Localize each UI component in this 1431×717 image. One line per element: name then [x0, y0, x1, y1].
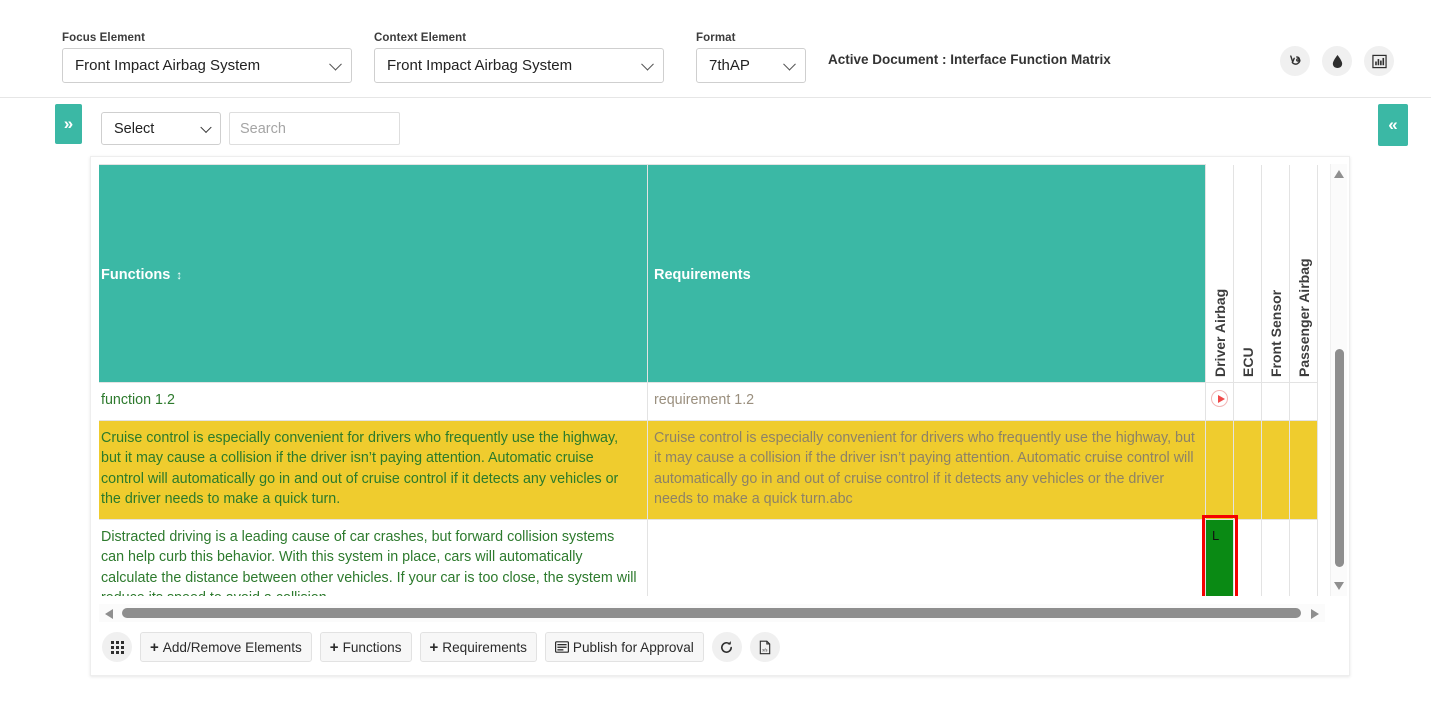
matrix-header-row: Functions ↕ Requirements Driver Airbag EC… [99, 164, 1318, 383]
cell-driver-airbag-selected[interactable]: L [1201, 515, 1238, 596]
add-requirements-button[interactable]: + Requirements [419, 632, 537, 662]
format-value: 7thAP [709, 57, 750, 74]
cell-driver-airbag[interactable] [1205, 419, 1234, 520]
cell-front-sensor[interactable] [1261, 518, 1290, 596]
horizontal-scrollbar-thumb[interactable] [122, 608, 1301, 618]
focus-element-value: Front Impact Airbag System [75, 57, 261, 74]
table-row[interactable]: function 1.2 requirement 1.2 [99, 382, 1318, 421]
publish-icon [554, 641, 569, 653]
search-input[interactable] [229, 112, 400, 145]
matrix-grid-wrapper: Functions ↕ Requirements Driver Airbag EC… [99, 164, 1327, 614]
grid-icon [110, 640, 124, 654]
scroll-down-arrow-icon[interactable] [1334, 582, 1344, 590]
column-header-ecu[interactable]: ECU [1233, 164, 1262, 383]
cell-ecu[interactable] [1233, 382, 1262, 421]
scroll-up-arrow-icon[interactable] [1334, 170, 1344, 178]
plus-icon: + [150, 638, 159, 656]
cell-front-sensor[interactable] [1261, 419, 1290, 520]
cell-passenger-airbag[interactable] [1289, 419, 1318, 520]
svg-text:x/s: x/s [762, 647, 767, 652]
refresh-button[interactable] [711, 632, 742, 662]
add-remove-elements-button[interactable]: + Add/Remove Elements [140, 632, 312, 662]
focus-element-field: Focus Element Front Impact Airbag System [62, 32, 352, 83]
column-header-ecu-label: ECU [1239, 346, 1256, 377]
scroll-left-arrow-icon[interactable] [105, 609, 113, 619]
cell-front-sensor[interactable] [1261, 382, 1290, 421]
top-filter-bar: Focus Element Front Impact Airbag System… [0, 0, 1431, 98]
table-row[interactable]: Cruise control is especially convenient … [99, 419, 1318, 520]
context-element-select[interactable]: Front Impact Airbag System [374, 48, 664, 83]
matrix-grid-viewport[interactable]: Functions ↕ Requirements Driver Airbag EC… [99, 164, 1327, 596]
cell-ecu[interactable] [1233, 419, 1262, 520]
column-header-front-sensor-label: Front Sensor [1267, 289, 1284, 377]
vine-icon [1289, 54, 1300, 65]
publish-for-approval-button[interactable]: Publish for Approval [544, 632, 704, 662]
plus-icon: + [429, 638, 439, 656]
context-element-field: Context Element Front Impact Airbag Syst… [374, 32, 664, 83]
water-drop-icon-button[interactable] [1322, 46, 1352, 76]
format-select[interactable]: 7thAP [696, 48, 806, 83]
publish-for-approval-label: Publish for Approval [572, 639, 694, 655]
column-header-driver-airbag[interactable]: Driver Airbag [1205, 164, 1234, 383]
sort-icon[interactable]: ↕ [176, 268, 182, 282]
vertical-scrollbar-thumb[interactable] [1335, 349, 1344, 567]
vertical-scrollbar[interactable] [1330, 164, 1347, 596]
column-header-functions-label: Functions ↕ [101, 267, 183, 283]
add-requirements-label: Requirements [442, 639, 527, 655]
scroll-right-arrow-icon[interactable] [1311, 609, 1319, 619]
add-functions-button[interactable]: + Functions [319, 632, 412, 662]
context-element-label: Context Element [374, 32, 467, 44]
table-row[interactable]: Distracted driving is a leading cause of… [99, 515, 1318, 596]
water-drop-icon [1332, 54, 1342, 68]
focus-element-select[interactable]: Front Impact Airbag System [62, 48, 352, 83]
export-document-button[interactable]: x/s [749, 632, 780, 662]
cell-passenger-airbag[interactable] [1289, 382, 1318, 421]
cell-passenger-airbag[interactable] [1289, 518, 1318, 596]
horizontal-scrollbar[interactable] [99, 604, 1325, 622]
matrix-body: function 1.2 requirement 1.2 Cruise cont… [99, 382, 1318, 596]
column-header-requirements-label: Requirements [654, 267, 751, 283]
context-element-value: Front Impact Airbag System [387, 57, 573, 74]
matrix-bottom-toolbar: + Add/Remove Elements + Functions + Requ… [99, 627, 1325, 667]
search-scope-value: Select [114, 120, 155, 137]
document-icon: x/s [759, 640, 771, 654]
cell-function[interactable]: Distracted driving is a leading cause of… [99, 518, 648, 596]
column-header-passenger-airbag-label: Passenger Airbag [1295, 257, 1312, 377]
vine-icon-button[interactable] [1280, 46, 1310, 76]
active-document-label: Active Document : Interface Function Mat… [828, 52, 1111, 67]
cell-ecu[interactable] [1233, 518, 1262, 596]
add-functions-label: Functions [342, 639, 402, 655]
column-header-passenger-airbag[interactable]: Passenger Airbag [1289, 164, 1318, 383]
column-header-functions[interactable]: Functions ↕ [99, 164, 648, 383]
chevron-down-icon [329, 57, 342, 71]
add-remove-elements-label: Add/Remove Elements [162, 639, 302, 655]
plus-icon: + [329, 638, 339, 656]
matrix-header: Functions ↕ Requirements Driver Airbag EC… [99, 164, 1318, 383]
search-row: Select [0, 104, 1431, 154]
cell-requirement[interactable] [647, 518, 1206, 596]
interface-function-matrix-table: Functions ↕ Requirements Driver Airbag EC… [99, 164, 1318, 596]
search-scope-select[interactable]: Select [101, 112, 221, 145]
format-label: Format [696, 32, 736, 44]
grid-view-button[interactable] [102, 632, 132, 662]
cell-function[interactable]: Cruise control is especially convenient … [99, 419, 648, 520]
column-header-requirements[interactable]: Requirements [647, 164, 1206, 383]
bar-chart-icon [1371, 54, 1387, 68]
matrix-panel: Functions ↕ Requirements Driver Airbag EC… [90, 156, 1350, 676]
refresh-icon [721, 640, 733, 653]
cell-driver-airbag[interactable] [1205, 382, 1234, 421]
column-header-driver-airbag-label: Driver Airbag [1211, 288, 1228, 377]
focus-element-label: Focus Element [62, 32, 146, 44]
app-root: Focus Element Front Impact Airbag System… [0, 0, 1431, 717]
cell-function[interactable]: function 1.2 [99, 382, 648, 421]
play-arrow-icon[interactable] [1211, 389, 1228, 407]
cell-requirement[interactable]: Cruise control is especially convenient … [647, 419, 1206, 520]
chevron-down-icon [641, 57, 654, 71]
chevron-down-icon [200, 121, 212, 133]
chevron-down-icon [783, 57, 796, 71]
column-header-front-sensor[interactable]: Front Sensor [1261, 164, 1290, 383]
cell-requirement[interactable]: requirement 1.2 [647, 382, 1206, 421]
format-field: Format 7thAP [696, 32, 806, 83]
bar-chart-icon-button[interactable] [1364, 46, 1394, 76]
